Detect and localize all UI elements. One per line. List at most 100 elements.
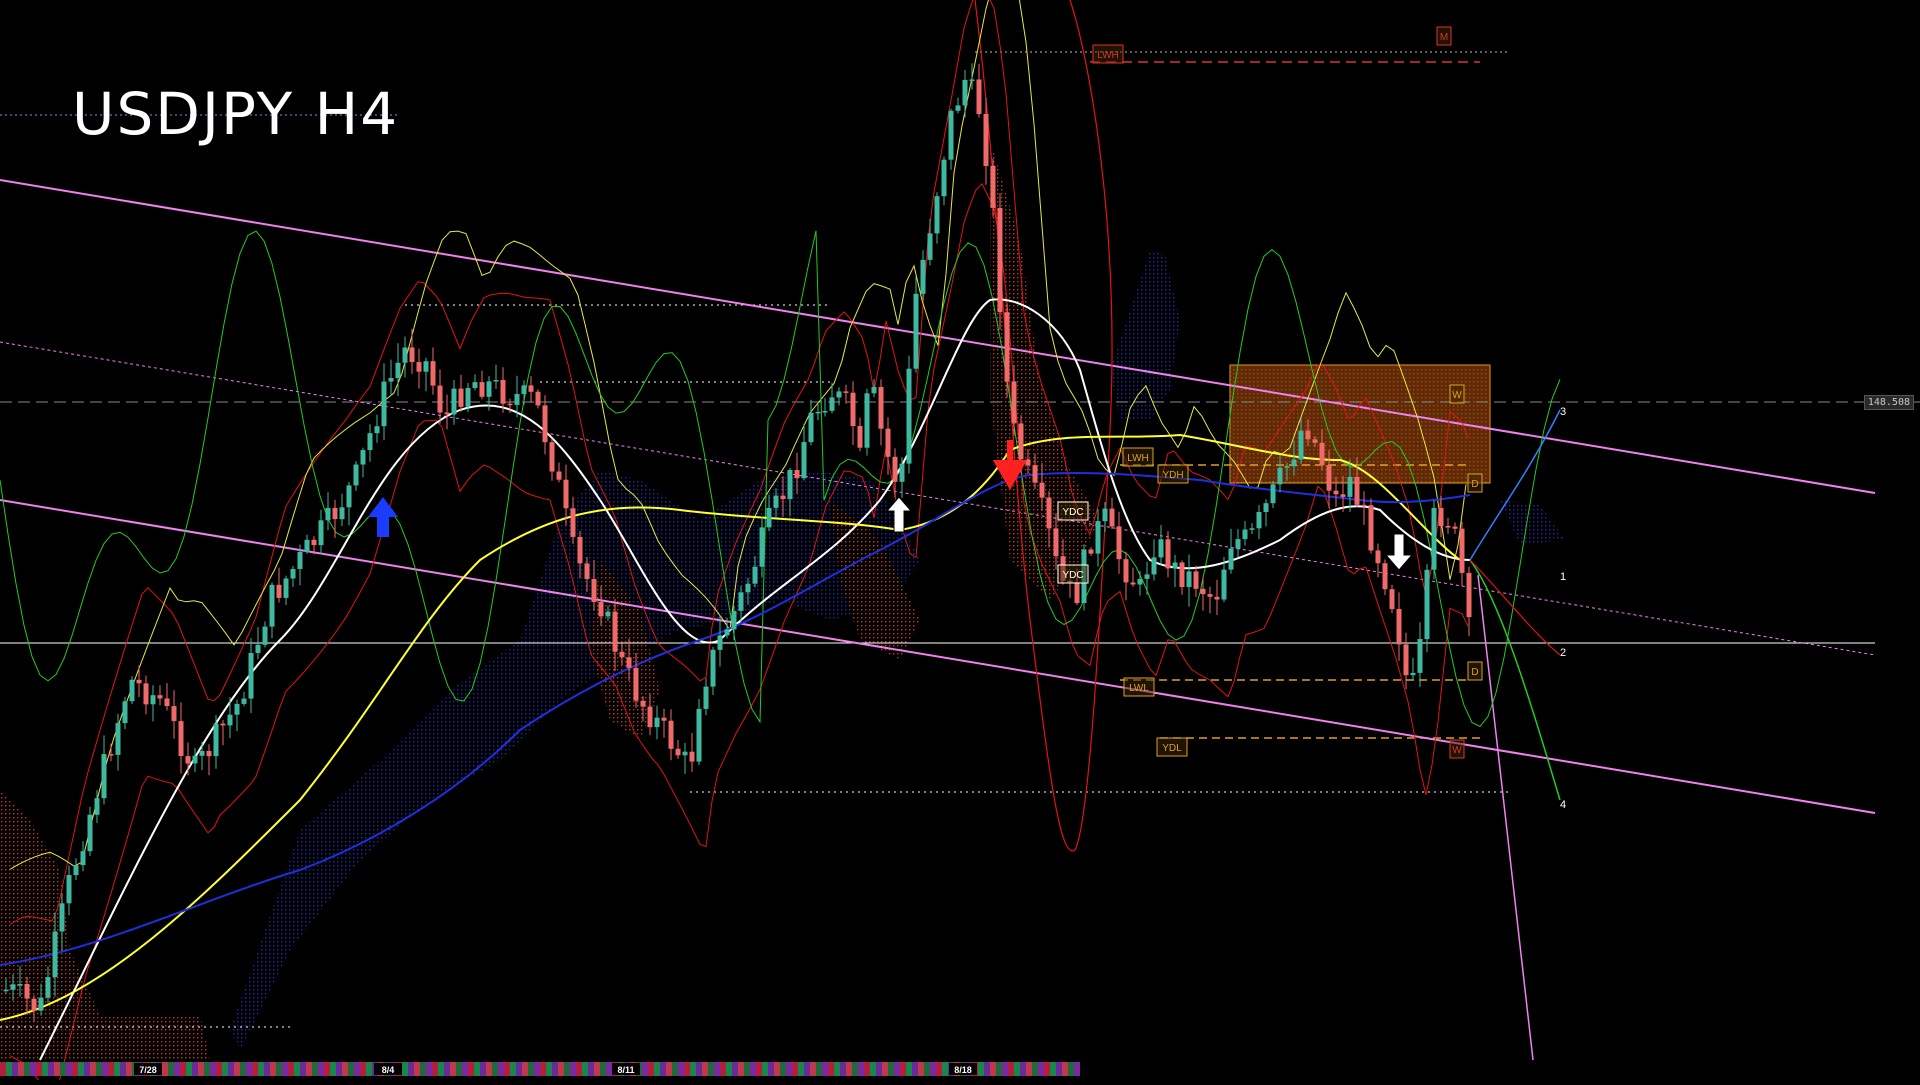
time-bar-segment	[780, 1062, 786, 1076]
candle	[122, 696, 128, 730]
level-label: LWH	[1122, 447, 1154, 467]
candle	[199, 741, 205, 771]
time-bar-segment	[444, 1062, 450, 1076]
candle	[1186, 554, 1192, 607]
candle-body	[976, 79, 982, 114]
time-bar-segment	[882, 1062, 888, 1076]
candle-body	[1382, 563, 1388, 590]
time-bar-segment	[654, 1062, 660, 1076]
candle	[423, 357, 429, 392]
candle-body	[1235, 539, 1241, 549]
candle	[262, 621, 268, 648]
candle	[1396, 592, 1402, 661]
candle-body	[66, 875, 72, 904]
candle	[1193, 565, 1199, 597]
level-label: W	[1449, 739, 1465, 759]
candle-body	[1095, 521, 1101, 554]
candle	[178, 702, 184, 774]
candle-body	[486, 381, 492, 397]
candle-body	[955, 105, 961, 111]
candle	[269, 582, 275, 639]
time-bar-segment	[1062, 1062, 1068, 1076]
candle-body	[920, 259, 926, 294]
candle-body	[283, 578, 289, 598]
date-label-text: 8/11	[617, 1065, 634, 1075]
time-bar-segment	[408, 1062, 414, 1076]
price-chart[interactable]: LWH M LWH YDH YDC YDC LWL YDL W W D D 3 1 2 4 7/28 8/4 8/…	[0, 0, 1920, 1085]
time-bar-segment	[594, 1062, 600, 1076]
time-bar-segment	[768, 1062, 774, 1076]
candle-body	[724, 629, 730, 636]
time-bar-segment	[264, 1062, 270, 1076]
time-bar-segment	[696, 1062, 702, 1076]
level-label-text: W	[1452, 745, 1462, 756]
channel-mid	[0, 341, 1876, 656]
time-bar-segment	[582, 1062, 588, 1076]
time-bar-segment	[786, 1062, 792, 1076]
candle	[556, 462, 562, 483]
candle-body	[1200, 588, 1206, 595]
time-bar-segment	[978, 1062, 984, 1076]
candle	[535, 389, 541, 409]
candle-body	[269, 584, 275, 627]
time-bar-segment	[36, 1062, 42, 1076]
candle-body	[304, 539, 310, 552]
time-bar-segment	[912, 1062, 918, 1076]
level-label-text: LWL	[1129, 683, 1149, 694]
time-bar-segment	[984, 1062, 990, 1076]
time-bar-segment	[522, 1062, 528, 1076]
candle-body	[857, 426, 863, 448]
candle	[444, 394, 450, 430]
candle-body	[185, 756, 191, 764]
candle-body	[738, 592, 744, 611]
time-bar-segment	[702, 1062, 708, 1076]
candle	[318, 509, 324, 555]
candle-body	[1263, 503, 1269, 512]
time-bar-segment	[438, 1062, 444, 1076]
candle	[241, 691, 247, 707]
candle	[479, 370, 485, 400]
chart-area[interactable]: LWH M LWH YDH YDC YDC LWL YDL W W D D 3 1 2 4 7/28 8/4 8/…	[0, 0, 1920, 1085]
candle-body	[157, 695, 163, 699]
candle	[864, 388, 870, 456]
candle	[87, 806, 93, 856]
candle	[1403, 632, 1409, 690]
candle-body	[339, 507, 345, 520]
candle-body	[535, 391, 541, 406]
time-bar-segment	[816, 1062, 822, 1076]
candle-body	[493, 380, 499, 382]
chart-title: USDJPY H4	[72, 80, 400, 148]
time-bar-segment	[576, 1062, 582, 1076]
candle	[1123, 551, 1129, 601]
candle-body	[1214, 596, 1220, 600]
candle	[549, 438, 555, 481]
candle-body	[850, 392, 856, 426]
candle-body	[1151, 557, 1157, 575]
time-bar-segment	[906, 1062, 912, 1076]
candle-body	[836, 391, 842, 398]
candle-body	[1431, 507, 1437, 570]
candle-body	[388, 378, 394, 382]
time-bar-segment	[48, 1062, 54, 1076]
candle-body	[1396, 609, 1402, 645]
candle-body	[507, 403, 513, 406]
candle	[1165, 531, 1171, 578]
candle	[976, 63, 982, 118]
candle-body	[31, 998, 37, 1011]
time-bar-segment	[678, 1062, 684, 1076]
level-label-text: M	[1440, 32, 1448, 43]
time-bar-segment	[126, 1062, 132, 1076]
candle-body	[444, 412, 450, 415]
candle	[409, 329, 415, 374]
time-bar-segment	[744, 1062, 750, 1076]
level-label-text: LWH	[1097, 50, 1118, 61]
candle-body	[913, 293, 919, 369]
candle	[472, 374, 478, 391]
candle-body	[192, 755, 198, 764]
candle-body	[1123, 559, 1129, 583]
time-bar-segment	[714, 1062, 720, 1076]
time-bar-segment	[204, 1062, 210, 1076]
candle-body	[962, 79, 968, 106]
time-bar-segment	[888, 1062, 894, 1076]
candle	[80, 841, 86, 872]
